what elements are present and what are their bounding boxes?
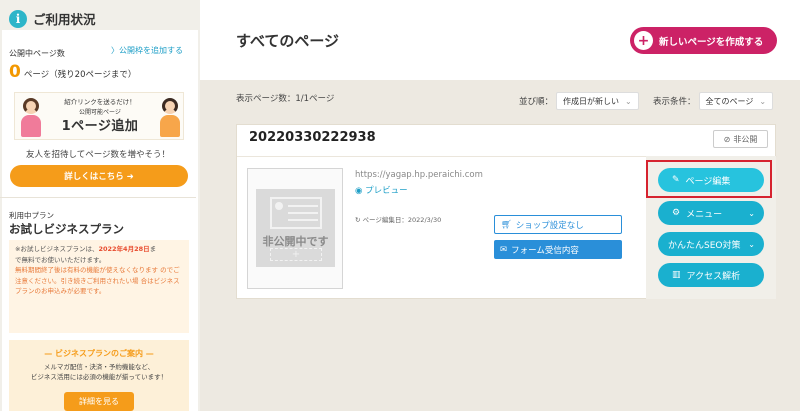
- chevron-down-icon: ⌄: [759, 96, 767, 106]
- eye-icon: ◉: [355, 186, 363, 196]
- sort-select[interactable]: 作成日が新しい ⌄: [556, 92, 639, 110]
- preview-link[interactable]: ◉ プレビュー: [355, 184, 408, 196]
- gear-icon: ⚙: [672, 208, 681, 218]
- sidebar: i ご利用状況 公開中ページ数 〉公開枠を追加する 0 ページ（残り20ページま…: [0, 0, 200, 411]
- trial-warning: 無料期間終了後は有料の機能が使えなくなります のでご注意ください。引き続きご利用…: [15, 266, 180, 295]
- filter-control: 表示条件： 全てのページ ⌄: [653, 92, 774, 110]
- page-count-text: ページ（残り20ページまで）: [23, 70, 137, 80]
- woman-illustration-left: [19, 96, 43, 138]
- guide-text: メルマガ配信・決済・予約機能など、 ビジネス活用には必須の機能が揃っています！: [30, 363, 168, 381]
- page-card-title: 20220330222938: [249, 130, 376, 145]
- mail-icon: ✉: [500, 244, 508, 255]
- guide-title: — ビジネスプランのご案内 —: [44, 349, 154, 358]
- menu-button[interactable]: ⚙ メニュー ⌄: [658, 201, 764, 225]
- chevron-down-icon: ⌄: [625, 96, 632, 106]
- add-slot-link[interactable]: 〉公開枠を追加する: [111, 45, 183, 56]
- sort-label: 並び順：: [519, 97, 554, 107]
- form-responses-button[interactable]: ✉ フォーム受信内容: [494, 240, 622, 259]
- thumbnail-add-icon: +: [270, 248, 322, 261]
- guide-details-button[interactable]: 詳細を見る: [64, 392, 134, 411]
- cart-icon: 🛒︎: [501, 219, 512, 230]
- business-plan-guide: — ビジネスプランのご案内 — メルマガ配信・決済・予約機能など、 ビジネス活用…: [9, 340, 189, 411]
- create-page-label: 新しいページを作成する: [659, 36, 764, 48]
- published-count-label: 公開中ページ数: [9, 49, 65, 58]
- woman-illustration-right: [158, 96, 182, 138]
- thumbnail-private-text: 非公開中です: [262, 235, 329, 248]
- plan-name: お試しビジネスプラン: [9, 222, 124, 236]
- chevron-down-icon: ⌄: [748, 239, 755, 249]
- filter-label: 表示条件：: [653, 97, 696, 107]
- info-icon: i: [9, 9, 27, 28]
- shop-settings-button[interactable]: 🛒︎ ショップ設定なし: [494, 215, 622, 234]
- seo-button[interactable]: かんたんSEO対策 ⌄: [658, 232, 764, 256]
- sort-control: 並び順： 作成日が新しい ⌄: [519, 92, 639, 110]
- plan-label: 利用中プラン: [9, 211, 54, 220]
- page-title: すべてのページ: [236, 32, 340, 50]
- page-count: 0 ページ（残り20ページまで）: [9, 62, 136, 82]
- plus-icon: +: [634, 31, 653, 50]
- referral-banner[interactable]: 紹介リンクを送るだけ！ 公開可能ページ 1ページ追加: [14, 92, 184, 140]
- chart-icon: ▥: [672, 270, 681, 280]
- display-count: 表示ページ数：1/1ページ: [236, 94, 335, 104]
- banner-line-1: 紹介リンクを送るだけ！: [64, 98, 136, 106]
- highlight-box: [646, 160, 772, 198]
- private-status-badge[interactable]: ⊘ 非公開: [713, 130, 768, 148]
- page-thumbnail[interactable]: 非公開中です +: [247, 168, 343, 289]
- filter-select[interactable]: 全てのページ ⌄: [698, 92, 774, 110]
- sidebar-divider: [0, 197, 196, 198]
- page-count-number: 0: [9, 62, 21, 82]
- invite-text: 友人を招待してページ数を増やそう！: [25, 150, 171, 160]
- usage-title: ご利用状況: [33, 12, 96, 27]
- refresh-icon: ↻: [355, 216, 361, 224]
- private-icon: ⊘: [723, 134, 731, 144]
- chevron-down-icon: ⌄: [748, 208, 755, 218]
- banner-line-3: 1ページ追加: [61, 119, 139, 134]
- usage-header: i ご利用状況: [9, 9, 96, 28]
- trial-end-date: 2022年4月28日: [98, 245, 150, 253]
- trial-notice: ※お試しビジネスプランは、2022年4月28日ま で無料でお使いいただけます。 …: [9, 240, 189, 333]
- details-button[interactable]: 詳しくはこちら ➜: [10, 165, 188, 187]
- edit-date: ↻ ページ編集日：2022/3/30: [355, 216, 442, 224]
- page-url: https://yagap.hp.peraichi.com: [355, 170, 483, 180]
- create-page-button[interactable]: + 新しいページを作成する: [630, 27, 777, 54]
- analytics-button[interactable]: ▥ アクセス解析: [658, 263, 764, 287]
- placeholder-image: 非公開中です +: [256, 189, 335, 267]
- image-icon: [270, 197, 322, 229]
